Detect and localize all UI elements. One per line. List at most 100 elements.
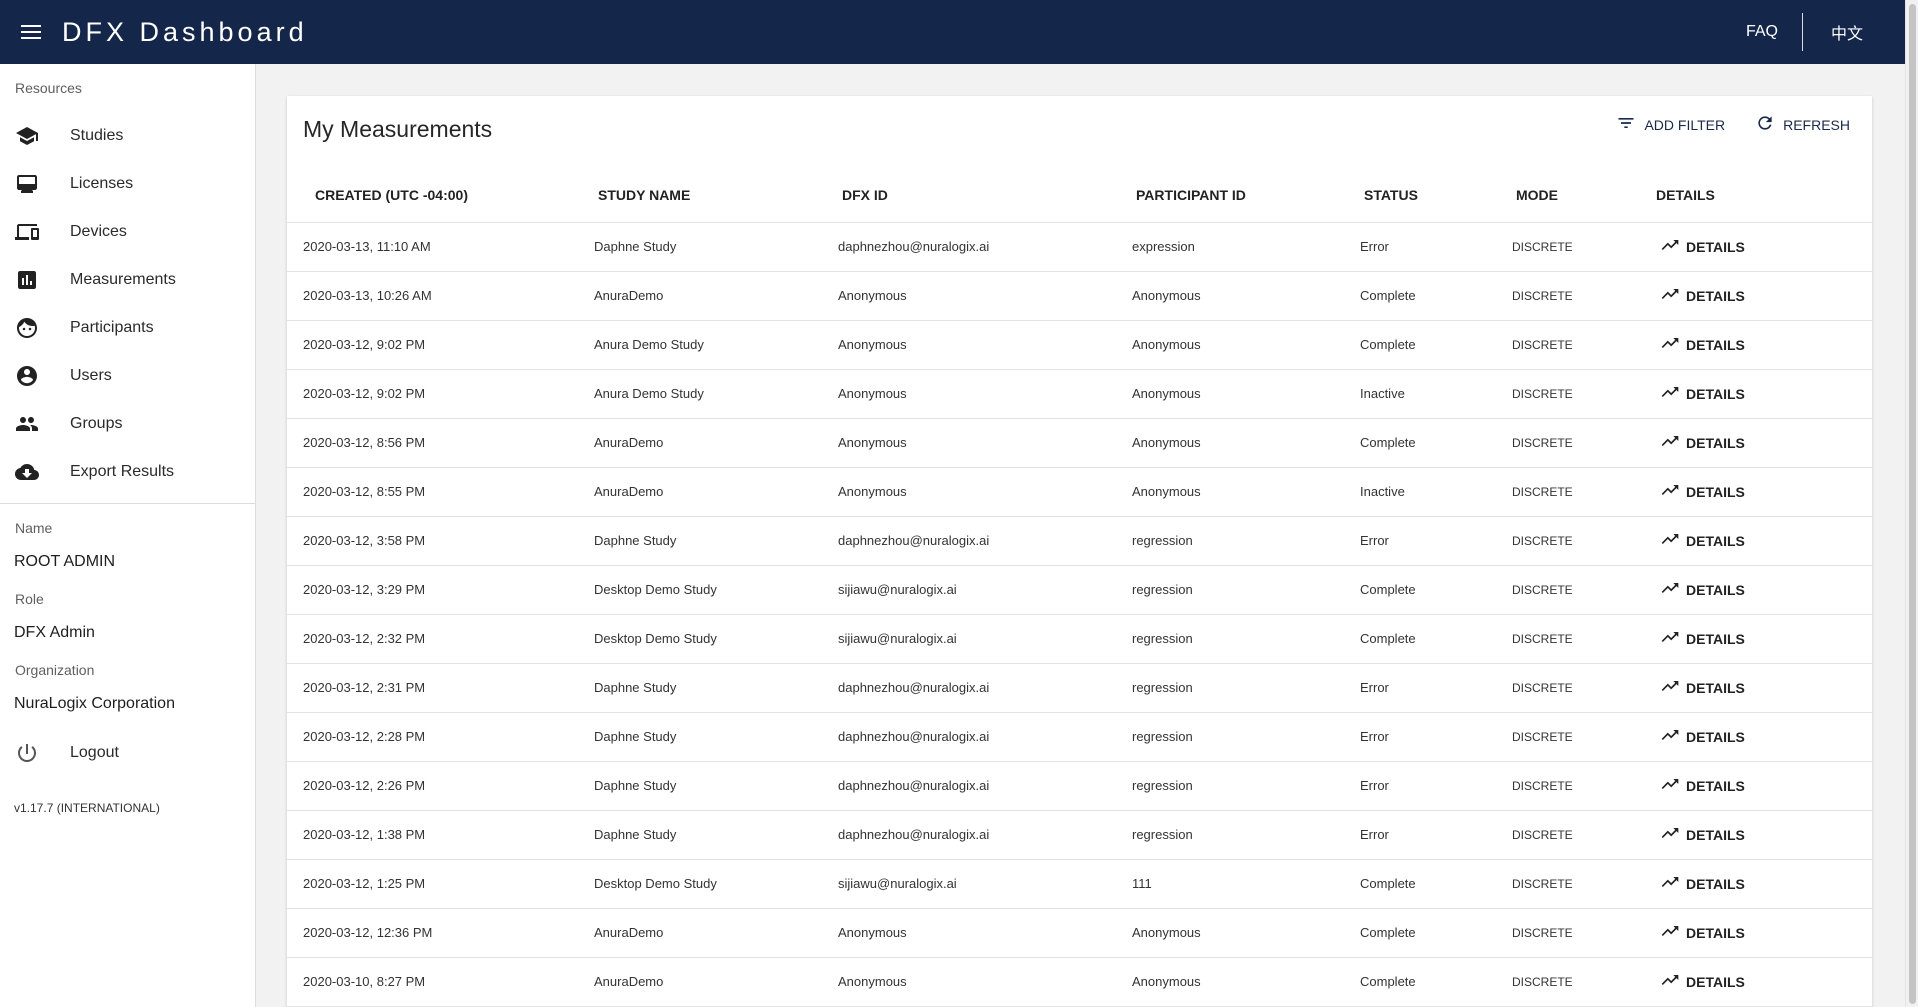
details-cell: DETAILS [1656, 222, 1872, 272]
created-cell: 2020-03-12, 8:56 PM [287, 418, 594, 468]
trending-up-icon [1660, 235, 1680, 258]
details-button[interactable]: DETAILS [1656, 578, 1745, 601]
name-value: ROOT ADMIN [14, 553, 116, 570]
participant-id-cell: regression [1132, 761, 1360, 811]
details-button[interactable]: DETAILS [1656, 480, 1745, 503]
details-label: DETAILS [1686, 385, 1745, 402]
details-button[interactable]: DETAILS [1656, 235, 1745, 258]
dfx-id-cell: daphnezhou@nuralogix.ai [838, 222, 1132, 272]
logout-button[interactable]: Logout [0, 733, 255, 773]
mode-cell: DISCRETE [1512, 369, 1656, 419]
status-cell: Complete [1360, 614, 1512, 664]
details-button[interactable]: DETAILS [1656, 333, 1745, 356]
details-button[interactable]: DETAILS [1656, 676, 1745, 699]
measurements-table: CREATED (UTC -04:00) STUDY NAME DFX ID P… [287, 168, 1872, 1007]
sidebar-item-label: Studies [70, 127, 124, 144]
study-name-cell: Anura Demo Study [594, 320, 838, 370]
column-header-created[interactable]: CREATED (UTC -04:00) [287, 168, 594, 223]
participant-id-cell: Anonymous [1132, 320, 1360, 370]
appbar-divider [1801, 13, 1803, 51]
dfx-id-cell: Anonymous [838, 467, 1132, 517]
created-cell: 2020-03-13, 11:10 AM [287, 222, 594, 272]
mode-cell: DISCRETE [1512, 222, 1656, 272]
table-row: 2020-03-13, 10:26 AM AnuraDemo Anonymous An… [287, 271, 1872, 321]
sidebar-item-studies[interactable]: Studies [0, 112, 255, 160]
details-button[interactable]: DETAILS [1656, 725, 1745, 748]
mode-cell: DISCRETE [1512, 271, 1656, 321]
language-toggle-button[interactable]: 中文 [1803, 0, 1905, 64]
refresh-button[interactable]: REFRESH [1755, 113, 1850, 136]
menu-icon[interactable] [0, 0, 62, 64]
study-name-cell: AnuraDemo [594, 957, 838, 1007]
dfx-id-cell: Anonymous [838, 418, 1132, 468]
details-button[interactable]: DETAILS [1656, 627, 1745, 650]
details-button[interactable]: DETAILS [1656, 872, 1745, 895]
status-cell: Error [1360, 761, 1512, 811]
participant-id-cell: regression [1132, 712, 1360, 762]
details-label: DETAILS [1686, 581, 1745, 598]
app-title: DFX Dashboard [62, 16, 308, 47]
details-cell: DETAILS [1656, 369, 1872, 419]
organization-value: NuraLogix Corporation [14, 695, 175, 712]
details-cell: DETAILS [1656, 761, 1872, 811]
column-header-dfx-id[interactable]: DFX ID [838, 168, 1132, 223]
sidebar: Resources Studies Licenses Devices Measu… [0, 64, 256, 1007]
column-header-study-name[interactable]: STUDY NAME [594, 168, 838, 223]
column-header-mode[interactable]: MODE [1512, 168, 1656, 223]
details-button[interactable]: DETAILS [1656, 823, 1745, 846]
column-header-participant-id[interactable]: PARTICIPANT ID [1132, 168, 1360, 223]
details-label: DETAILS [1686, 630, 1745, 647]
sidebar-item-licenses[interactable]: Licenses [0, 160, 255, 208]
participant-id-cell: Anonymous [1132, 957, 1360, 1007]
details-button[interactable]: DETAILS [1656, 284, 1745, 307]
trending-up-icon [1660, 970, 1680, 993]
cloud-download-icon [0, 460, 70, 484]
sidebar-nav: Studies Licenses Devices Measurements Pa… [0, 112, 255, 496]
sidebar-item-measurements[interactable]: Measurements [0, 256, 255, 304]
status-cell: Error [1360, 712, 1512, 762]
sidebar-item-devices[interactable]: Devices [0, 208, 255, 256]
power-icon [0, 741, 70, 765]
created-cell: 2020-03-12, 2:31 PM [287, 663, 594, 713]
study-name-cell: AnuraDemo [594, 467, 838, 517]
dfx-id-cell: Anonymous [838, 957, 1132, 1007]
column-header-status[interactable]: STATUS [1360, 168, 1512, 223]
sidebar-item-users[interactable]: Users [0, 352, 255, 400]
created-cell: 2020-03-12, 2:32 PM [287, 614, 594, 664]
mode-cell: DISCRETE [1512, 712, 1656, 762]
organization-label: Organization [15, 662, 95, 678]
details-cell: DETAILS [1656, 565, 1872, 615]
details-button[interactable]: DETAILS [1656, 529, 1745, 552]
details-cell: DETAILS [1656, 516, 1872, 566]
page-scrollbar[interactable] [1905, 0, 1918, 1007]
status-cell: Error [1360, 222, 1512, 272]
details-button[interactable]: DETAILS [1656, 431, 1745, 454]
faq-button[interactable]: FAQ [1722, 0, 1802, 64]
details-button[interactable]: DETAILS [1656, 921, 1745, 944]
license-icon [0, 172, 70, 196]
role-label: Role [15, 591, 44, 607]
sidebar-item-export-results[interactable]: Export Results [0, 448, 255, 496]
mode-cell: DISCRETE [1512, 663, 1656, 713]
participant-id-cell: 111 [1132, 859, 1360, 909]
details-button[interactable]: DETAILS [1656, 970, 1745, 993]
study-name-cell: Desktop Demo Study [594, 859, 838, 909]
created-cell: 2020-03-12, 12:36 PM [287, 908, 594, 958]
dfx-id-cell: daphnezhou@nuralogix.ai [838, 810, 1132, 860]
status-cell: Inactive [1360, 369, 1512, 419]
refresh-icon [1755, 113, 1775, 136]
devices-icon [0, 220, 70, 244]
participant-id-cell: Anonymous [1132, 908, 1360, 958]
details-button[interactable]: DETAILS [1656, 382, 1745, 405]
study-name-cell: Daphne Study [594, 516, 838, 566]
sidebar-item-groups[interactable]: Groups [0, 400, 255, 448]
name-label: Name [15, 520, 53, 536]
add-filter-button[interactable]: ADD FILTER [1616, 113, 1725, 136]
scrollbar-thumb[interactable] [1909, 4, 1916, 1004]
study-name-cell: Desktop Demo Study [594, 565, 838, 615]
face-icon [0, 316, 70, 340]
details-button[interactable]: DETAILS [1656, 774, 1745, 797]
sidebar-item-participants[interactable]: Participants [0, 304, 255, 352]
details-cell: DETAILS [1656, 859, 1872, 909]
study-name-cell: Daphne Study [594, 712, 838, 762]
